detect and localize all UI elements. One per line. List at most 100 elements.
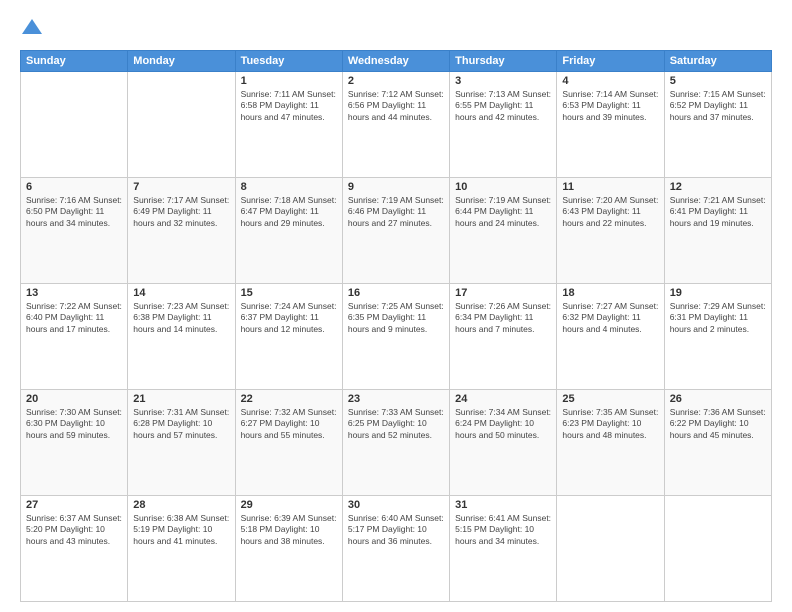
day-number: 15 (241, 287, 337, 299)
calendar-cell: 11Sunrise: 7:20 AM Sunset: 6:43 PM Dayli… (557, 178, 664, 284)
day-info: Sunrise: 7:15 AM Sunset: 6:52 PM Dayligh… (670, 89, 766, 123)
weekday-header: Thursday (450, 51, 557, 72)
calendar-cell: 25 Sunrise: 7:35 AM Sunset: 6:23 PM Dayli… (557, 390, 664, 496)
day-info: Sunrise: 7:29 AM Sunset: 6:31 PM Dayligh… (670, 301, 766, 335)
calendar-cell (21, 72, 128, 178)
day-info: Sunrise: 7:30 AM Sunset: 6:30 PM Dayligh… (26, 407, 122, 441)
day-number: 29 (241, 499, 337, 511)
day-number: 12 (670, 181, 766, 193)
day-info: Sunrise: 7:26 AM Sunset: 6:34 PM Dayligh… (455, 301, 551, 335)
calendar-cell: 14 Sunrise: 7:23 AM Sunset: 6:38 PM Dayli… (128, 284, 235, 390)
calendar-week-row: 1 Sunrise: 7:11 AM Sunset: 6:58 PM Daylig… (21, 72, 772, 178)
day-number: 9 (348, 181, 444, 193)
calendar-cell: 9 Sunrise: 7:19 AM Sunset: 6:46 PM Daylig… (342, 178, 449, 284)
calendar-cell: 19 Sunrise: 7:29 AM Sunset: 6:31 PM Dayli… (664, 284, 771, 390)
day-info: Sunrise: 7:34 AM Sunset: 6:24 PM Dayligh… (455, 407, 551, 441)
calendar-cell: 10 Sunrise: 7:19 AM Sunset: 6:44 PM Dayli… (450, 178, 557, 284)
day-info: Sunrise: 7:16 AM Sunset: 6:50 PM Dayligh… (26, 195, 122, 229)
day-number: 30 (348, 499, 444, 511)
day-number: 6 (26, 181, 122, 193)
day-info: Sunrise: 6:37 AM Sunset: 5:20 PM Dayligh… (26, 513, 122, 547)
weekday-header: Tuesday (235, 51, 342, 72)
calendar-cell: 30 Sunrise: 6:40 AM Sunset: 5:17 PM Dayli… (342, 496, 449, 602)
day-number: 14 (133, 287, 229, 299)
weekday-header: Wednesday (342, 51, 449, 72)
day-info: Sunrise: 6:38 AM Sunset: 5:19 PM Dayligh… (133, 513, 229, 547)
day-number: 16 (348, 287, 444, 299)
day-info: Sunrise: 6:40 AM Sunset: 5:17 PM Dayligh… (348, 513, 444, 547)
weekday-header-row: SundayMondayTuesdayWednesdayThursdayFrid… (21, 51, 772, 72)
day-number: 1 (241, 75, 337, 87)
calendar-cell: 27 Sunrise: 6:37 AM Sunset: 5:20 PM Dayli… (21, 496, 128, 602)
day-info: Sunrise: 7:36 AM Sunset: 6:22 PM Dayligh… (670, 407, 766, 441)
calendar-cell: 18Sunrise: 7:27 AM Sunset: 6:32 PM Dayli… (557, 284, 664, 390)
day-info: Sunrise: 6:39 AM Sunset: 5:18 PM Dayligh… (241, 513, 337, 547)
day-info: Sunrise: 7:17 AM Sunset: 6:49 PM Dayligh… (133, 195, 229, 229)
weekday-header: Friday (557, 51, 664, 72)
day-info: Sunrise: 7:19 AM Sunset: 6:44 PM Dayligh… (455, 195, 551, 229)
calendar-cell: 26 Sunrise: 7:36 AM Sunset: 6:22 PM Dayli… (664, 390, 771, 496)
calendar-week-row: 13Sunrise: 7:22 AM Sunset: 6:40 PM Dayli… (21, 284, 772, 390)
day-info: Sunrise: 7:20 AM Sunset: 6:43 PM Dayligh… (562, 195, 658, 229)
day-info: Sunrise: 7:25 AM Sunset: 6:35 PM Dayligh… (348, 301, 444, 335)
calendar-cell: 6 Sunrise: 7:16 AM Sunset: 6:50 PM Daylig… (21, 178, 128, 284)
weekday-header: Sunday (21, 51, 128, 72)
day-info: Sunrise: 7:35 AM Sunset: 6:23 PM Dayligh… (562, 407, 658, 441)
day-number: 26 (670, 393, 766, 405)
day-info: Sunrise: 7:14 AM Sunset: 6:53 PM Dayligh… (562, 89, 658, 123)
day-number: 3 (455, 75, 551, 87)
calendar-cell: 22 Sunrise: 7:32 AM Sunset: 6:27 PM Dayli… (235, 390, 342, 496)
calendar-week-row: 20 Sunrise: 7:30 AM Sunset: 6:30 PM Dayli… (21, 390, 772, 496)
day-number: 25 (562, 393, 658, 405)
day-number: 13 (26, 287, 122, 299)
day-number: 24 (455, 393, 551, 405)
day-number: 22 (241, 393, 337, 405)
day-info: Sunrise: 7:11 AM Sunset: 6:58 PM Dayligh… (241, 89, 337, 123)
day-info: Sunrise: 7:32 AM Sunset: 6:27 PM Dayligh… (241, 407, 337, 441)
calendar-cell (557, 496, 664, 602)
calendar-cell: 5Sunrise: 7:15 AM Sunset: 6:52 PM Daylig… (664, 72, 771, 178)
day-number: 21 (133, 393, 229, 405)
calendar-cell: 21 Sunrise: 7:31 AM Sunset: 6:28 PM Dayli… (128, 390, 235, 496)
calendar-cell (128, 72, 235, 178)
day-info: Sunrise: 7:12 AM Sunset: 6:56 PM Dayligh… (348, 89, 444, 123)
calendar-cell: 15 Sunrise: 7:24 AM Sunset: 6:37 PM Dayli… (235, 284, 342, 390)
calendar-cell: 16 Sunrise: 7:25 AM Sunset: 6:35 PM Dayli… (342, 284, 449, 390)
calendar-cell: 24 Sunrise: 7:34 AM Sunset: 6:24 PM Dayli… (450, 390, 557, 496)
calendar-cell: 29 Sunrise: 6:39 AM Sunset: 5:18 PM Dayli… (235, 496, 342, 602)
day-info: Sunrise: 6:41 AM Sunset: 5:15 PM Dayligh… (455, 513, 551, 547)
day-info: Sunrise: 7:13 AM Sunset: 6:55 PM Dayligh… (455, 89, 551, 123)
day-number: 31 (455, 499, 551, 511)
day-info: Sunrise: 7:23 AM Sunset: 6:38 PM Dayligh… (133, 301, 229, 335)
day-info: Sunrise: 7:27 AM Sunset: 6:32 PM Dayligh… (562, 301, 658, 335)
day-number: 2 (348, 75, 444, 87)
day-info: Sunrise: 7:19 AM Sunset: 6:46 PM Dayligh… (348, 195, 444, 229)
day-info: Sunrise: 7:24 AM Sunset: 6:37 PM Dayligh… (241, 301, 337, 335)
day-number: 17 (455, 287, 551, 299)
day-number: 4 (562, 75, 658, 87)
calendar-cell (664, 496, 771, 602)
header (20, 16, 772, 40)
day-number: 10 (455, 181, 551, 193)
day-number: 23 (348, 393, 444, 405)
day-info: Sunrise: 7:31 AM Sunset: 6:28 PM Dayligh… (133, 407, 229, 441)
day-number: 8 (241, 181, 337, 193)
day-info: Sunrise: 7:18 AM Sunset: 6:47 PM Dayligh… (241, 195, 337, 229)
day-number: 19 (670, 287, 766, 299)
calendar-cell: 3 Sunrise: 7:13 AM Sunset: 6:55 PM Daylig… (450, 72, 557, 178)
day-info: Sunrise: 7:21 AM Sunset: 6:41 PM Dayligh… (670, 195, 766, 229)
day-number: 28 (133, 499, 229, 511)
calendar-cell: 23 Sunrise: 7:33 AM Sunset: 6:25 PM Dayli… (342, 390, 449, 496)
calendar-cell: 12 Sunrise: 7:21 AM Sunset: 6:41 PM Dayli… (664, 178, 771, 284)
calendar-cell: 8 Sunrise: 7:18 AM Sunset: 6:47 PM Daylig… (235, 178, 342, 284)
day-number: 7 (133, 181, 229, 193)
day-info: Sunrise: 7:33 AM Sunset: 6:25 PM Dayligh… (348, 407, 444, 441)
calendar-cell: 4 Sunrise: 7:14 AM Sunset: 6:53 PM Daylig… (557, 72, 664, 178)
calendar-week-row: 27 Sunrise: 6:37 AM Sunset: 5:20 PM Dayli… (21, 496, 772, 602)
calendar-cell: 13Sunrise: 7:22 AM Sunset: 6:40 PM Dayli… (21, 284, 128, 390)
page: SundayMondayTuesdayWednesdayThursdayFrid… (0, 0, 792, 612)
day-number: 27 (26, 499, 122, 511)
day-number: 20 (26, 393, 122, 405)
calendar-cell: 2 Sunrise: 7:12 AM Sunset: 6:56 PM Daylig… (342, 72, 449, 178)
calendar-cell: 31 Sunrise: 6:41 AM Sunset: 5:15 PM Dayli… (450, 496, 557, 602)
